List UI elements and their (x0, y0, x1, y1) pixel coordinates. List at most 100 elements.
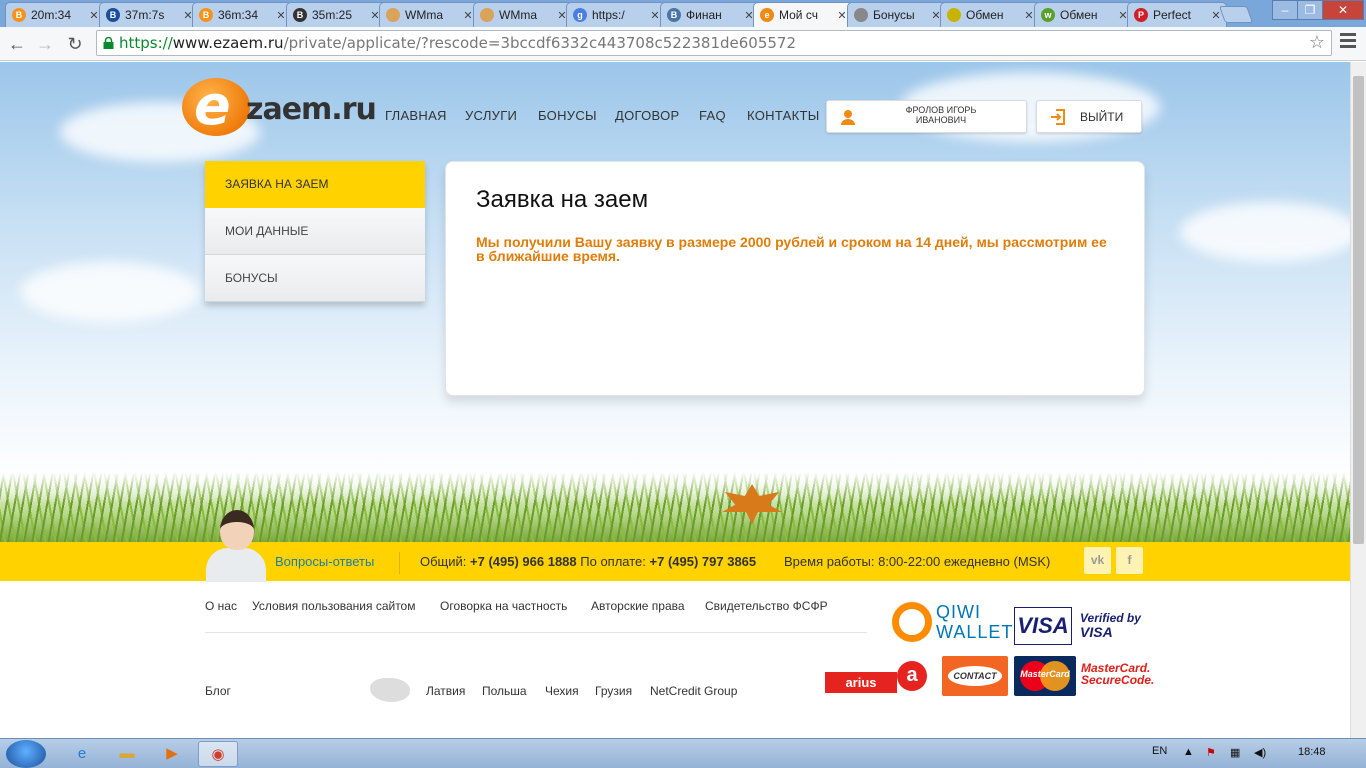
facebook-icon[interactable]: f (1116, 547, 1143, 574)
volume-icon[interactable]: ◀) (1254, 746, 1266, 759)
country-link-poland[interactable]: Польша (482, 684, 527, 698)
sidebar-item-bonuses[interactable]: БОНУСЫ (205, 255, 425, 302)
tab-title: Обмен (1060, 8, 1098, 22)
world-map-icon (370, 678, 410, 702)
country-link-latvia[interactable]: Латвия (426, 684, 465, 698)
wm-icon (480, 8, 494, 22)
nav-faq[interactable]: FAQ (699, 108, 726, 123)
tab-title: Бонусы (873, 8, 915, 22)
page-scrollbar[interactable] (1350, 62, 1366, 738)
support-operator-image (206, 508, 266, 582)
logout-icon (1051, 109, 1065, 125)
browser-tab[interactable]: w Обмен ✕ (1034, 2, 1134, 27)
browser-tab[interactable]: P Perfect ✕ (1127, 2, 1227, 27)
browser-tab[interactable]: B 20m:34 ✕ (5, 2, 105, 27)
qiwi-wallet-logo: QIWI WALLET (936, 602, 1014, 642)
forward-arrow-icon[interactable]: → (32, 31, 58, 57)
tab-title: 35m:25 (312, 8, 353, 22)
chrome-taskbar-icon[interactable]: ◉ (198, 741, 238, 767)
tray-arrow-icon[interactable]: ▲ (1183, 746, 1194, 758)
phone-numbers: Общий: +7 (495) 966 1888 По оплате: +7 (… (420, 554, 757, 569)
url-host: www.ezaem.ru (172, 34, 284, 52)
browser-toolbar: ← → ↻ https://www.ezaem.ru/private/appli… (0, 27, 1366, 61)
minimize-button[interactable]: – (1272, 0, 1298, 20)
footer-link-blog[interactable]: Блог (205, 684, 231, 698)
exchange-icon (947, 8, 961, 22)
vk-icon: B (667, 8, 681, 22)
explorer-folder-icon[interactable]: ▬ (107, 741, 147, 767)
vk-icon[interactable]: vk (1084, 547, 1111, 574)
user-icon (841, 110, 855, 125)
browser-tab[interactable]: B 37m:7s ✕ (99, 2, 199, 27)
browser-tab[interactable]: Бонусы ✕ (847, 2, 947, 27)
browser-tab[interactable]: B Финан ✕ (660, 2, 760, 27)
new-tab-button[interactable] (1218, 6, 1254, 23)
ezaem-logo[interactable]: e zaem.ru (182, 74, 377, 140)
country-link-georgia[interactable]: Грузия (595, 684, 632, 698)
sidebar-item-my-data[interactable]: МОИ ДАННЫЕ (205, 208, 425, 255)
contact-logo: CONTACT (942, 656, 1008, 696)
logout-button[interactable]: ВЫЙТИ (1036, 100, 1142, 133)
footer-link-copyright[interactable]: Авторские права (591, 599, 685, 613)
nav-services[interactable]: УСЛУГИ (465, 108, 517, 123)
tab-title: Мой сч (779, 8, 818, 22)
action-center-icon[interactable]: ⚑ (1206, 746, 1216, 759)
footer-link-privacy[interactable]: Оговорка на частность (440, 599, 567, 613)
nav-contacts[interactable]: КОНТАКТЫ (747, 108, 820, 123)
nav-bonuses[interactable]: БОНУСЫ (538, 108, 597, 123)
bonus-icon (854, 8, 868, 22)
tab-title: Perfect (1153, 8, 1192, 22)
user-account-button[interactable]: ФРОЛОВ ИГОРЬ ИВАНОВИЧ (826, 100, 1027, 133)
ezaem-icon: e (760, 8, 774, 22)
footer-link-terms[interactable]: Условия пользования сайтом (252, 599, 415, 613)
address-bar[interactable]: https://www.ezaem.ru/private/applicate/?… (96, 30, 1332, 56)
browser-tab[interactable]: B 35m:25 ✕ (286, 2, 386, 27)
visa-logo: VISA (1014, 607, 1072, 645)
qiwi-logo-icon (892, 602, 932, 642)
country-link-czech[interactable]: Чехия (545, 684, 579, 698)
tab-title: 37m:7s (125, 8, 165, 22)
faq-link[interactable]: Вопросы-ответы (275, 554, 374, 569)
reload-icon[interactable]: ↻ (62, 31, 88, 57)
logout-label: ВЫЙТИ (1080, 110, 1124, 124)
windows-taskbar: e ▬ ▶ ◉ EN ▲ ⚑ ▦ ◀) 18:48 (0, 738, 1366, 768)
bitcoin-icon: B (12, 8, 26, 22)
browser-tab[interactable]: g https:/✕ (566, 2, 666, 27)
start-button[interactable] (6, 740, 46, 768)
chrome-menu-icon[interactable] (1340, 33, 1356, 51)
web-page: e zaem.ru ГЛАВНАЯ УСЛУГИ БОНУСЫ ДОГОВОР … (0, 62, 1350, 738)
footer-link-about[interactable]: О нас (205, 599, 237, 613)
lock-icon (103, 37, 114, 49)
bookmark-star-icon[interactable]: ☆ (1309, 31, 1325, 55)
sidebar-item-loan-application[interactable]: ЗАЯВКА НА ЗАЕМ (205, 161, 425, 208)
close-window-button[interactable]: ✕ (1322, 0, 1364, 20)
country-link-netcredit[interactable]: NetCredit Group (650, 684, 737, 698)
browser-tab[interactable]: B 36m:34 ✕ (192, 2, 292, 27)
maximize-button[interactable]: ❐ (1297, 0, 1323, 20)
arius-a-icon: a (897, 661, 927, 691)
nav-main[interactable]: ГЛАВНАЯ (385, 108, 447, 123)
browser-tab-strip: B 20m:34 ✕ B 37m:7s ✕ B 36m:34 ✕ B 35m:25 ✕ WMma ✕ WMm… (0, 0, 1366, 27)
tab-title: Финан (686, 8, 722, 22)
browser-tab[interactable]: Обмен ✕ (940, 2, 1040, 27)
network-icon[interactable]: ▦ (1230, 746, 1240, 759)
media-player-icon[interactable]: ▶ (152, 741, 192, 767)
google-icon: g (573, 8, 587, 22)
user-name: ФРОЛОВ ИГОРЬ ИВАНОВИЧ (905, 105, 977, 125)
language-indicator[interactable]: EN (1152, 745, 1167, 757)
browser-tab[interactable]: WMma ✕ (473, 2, 573, 27)
nav-contract[interactable]: ДОГОВОР (615, 108, 679, 123)
bitcoin-icon: B (106, 8, 120, 22)
grass-decoration (0, 472, 1350, 542)
browser-tab[interactable]: WMma ✕ (379, 2, 479, 27)
tab-title: https:/ (592, 8, 625, 22)
footer-link-license[interactable]: Свидетельство ФСФР (705, 599, 828, 613)
page-title: Заявка на заем (476, 186, 649, 213)
bitcoin-icon: B (293, 8, 307, 22)
ie-icon[interactable]: e (62, 741, 102, 767)
back-arrow-icon[interactable]: ← (4, 31, 30, 57)
clock[interactable]: 18:48 (1298, 746, 1326, 758)
tab-title: 20m:34 (31, 8, 72, 22)
application-status-message: Мы получили Вашу заявку в размере 2000 р… (476, 234, 1107, 264)
browser-tab[interactable]: e Мой сч ✕ (753, 2, 853, 27)
